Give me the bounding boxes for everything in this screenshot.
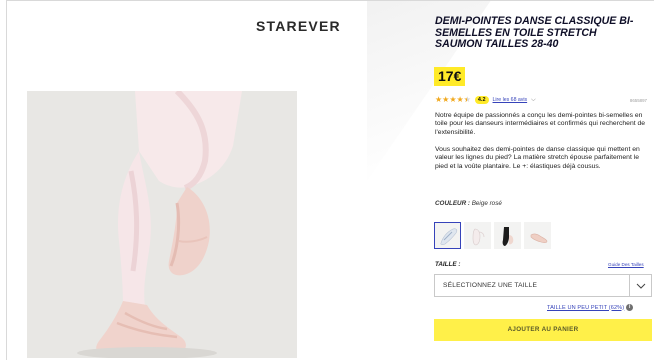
star-icon: ★	[435, 95, 443, 104]
star-icon: ★	[456, 95, 464, 104]
color-label: COULEUR : Beige rosé	[435, 200, 502, 207]
color-label-title: COULEUR :	[435, 200, 470, 207]
color-swatch-salmon[interactable]	[524, 222, 551, 249]
size-guide-link[interactable]: Guide Des Tailles	[608, 262, 644, 267]
add-to-cart-button[interactable]: AJOUTER AU PANIER	[434, 319, 652, 341]
rating-score-badge: 4.2	[474, 96, 489, 104]
product-info-panel: DEMI-POINTES DANSE CLASSIQUE BI-SEMELLES…	[367, 1, 654, 360]
shoe-thumbnail-icon	[530, 233, 548, 243]
color-swatch-beige-rose[interactable]	[434, 222, 461, 249]
shoe-thumbnail-icon	[472, 228, 485, 246]
color-swatch-white[interactable]	[464, 222, 491, 249]
color-swatch-black[interactable]	[494, 222, 521, 249]
size-fit-link[interactable]: TAILLE UN PEU PETIT (62%)	[547, 305, 624, 311]
product-description-1: Notre équipe de passionnés a conçu les d…	[435, 112, 646, 136]
size-select-toggle[interactable]	[629, 275, 651, 296]
star-icon: ★	[442, 95, 450, 104]
color-value: Beige rosé	[471, 200, 502, 207]
shoe-thumbnail-icon	[440, 228, 458, 245]
brand-name: STAREVER	[256, 18, 341, 34]
product-reference: 8655897	[629, 97, 647, 103]
shoe-thumbnail-icon	[502, 227, 514, 246]
product-gallery: STAREVER	[7, 1, 367, 360]
product-title: DEMI-POINTES DANSE CLASSIQUE BI-SEMELLES…	[435, 15, 634, 51]
size-select-placeholder: SÉLECTIONNEZ UNE TAILLE	[443, 282, 538, 289]
fit-info-row: TAILLE UN PEU PETIT (62%) i	[547, 304, 634, 311]
dancer-feet-illustration	[27, 91, 297, 358]
chevron-down-icon	[636, 283, 645, 289]
info-icon[interactable]: i	[626, 304, 634, 311]
product-photo[interactable]	[27, 91, 297, 358]
rating-stars: ★ ★ ★ ★ ★	[435, 95, 471, 105]
color-swatches	[434, 222, 551, 249]
size-select[interactable]: SÉLECTIONNEZ UNE TAILLE	[434, 274, 652, 297]
reviews-link[interactable]: Lire les 68 avis	[493, 97, 528, 103]
chevron-down-icon[interactable]: ⌵	[531, 97, 536, 104]
rating-row: ★ ★ ★ ★ ★ 4.2 Lire les 68 avis ⌵ 8655897	[435, 94, 647, 106]
star-icon: ★	[449, 95, 457, 104]
product-description-2: Vous souhaitez des demi-pointes de danse…	[435, 146, 640, 170]
product-price: 17€	[434, 67, 466, 86]
size-label: TAILLE :	[435, 261, 461, 268]
star-half-icon: ★	[464, 96, 471, 105]
